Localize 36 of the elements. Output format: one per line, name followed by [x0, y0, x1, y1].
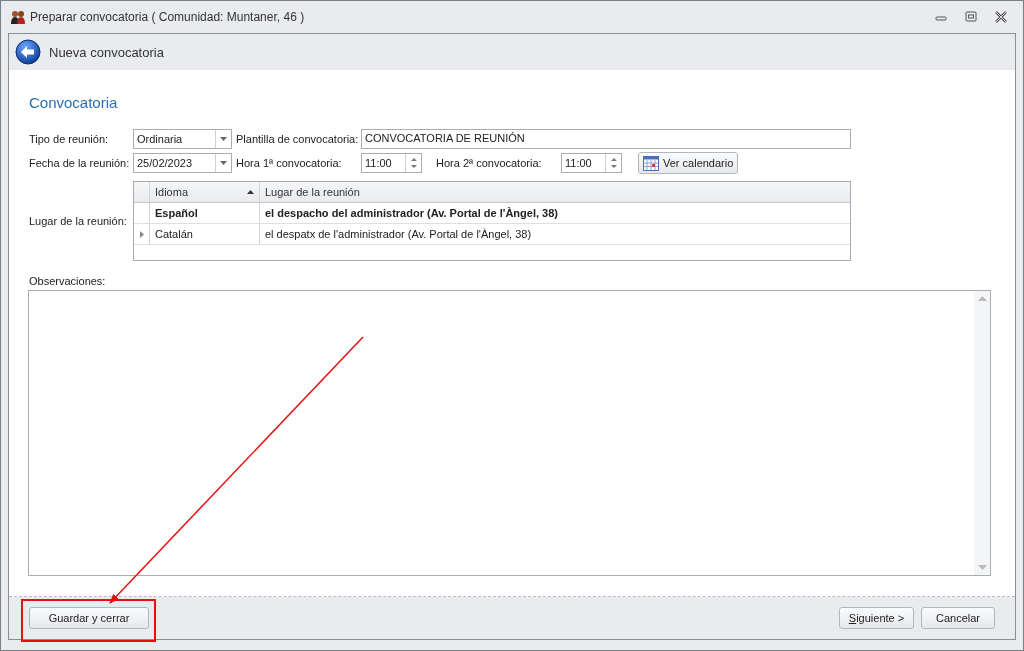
table-cell-text: el despacho del administrador (Av. Portal de l'Àngel, 38) [264, 206, 559, 221]
page-title: Nueva convocatoria [49, 44, 164, 60]
section-title: Convocatoria [29, 94, 119, 111]
close-icon[interactable] [995, 11, 1007, 23]
table-cell-text: el despatx de l'administrador (Av. Portal de l'Àngel, 38) [264, 227, 533, 242]
time-spinner[interactable]: 11:00 [561, 153, 622, 173]
view-calendar-button[interactable]: Ver calendario [638, 152, 739, 174]
time-spinner[interactable]: 11:00 [361, 153, 422, 173]
next-button[interactable]: Siguiente > [839, 607, 914, 629]
maximize-icon[interactable] [965, 11, 977, 23]
cancel-button[interactable]: Cancelar [921, 607, 995, 629]
date-picker[interactable]: 25/02/2023 [133, 153, 232, 173]
table-cell: Español [150, 203, 260, 223]
grid-row[interactable]: Español el despacho del administrador (Av. Portal de l'Àngel, 38) [134, 203, 850, 224]
field-label: Hora 2ª convocatoria: [435, 157, 543, 169]
column-header[interactable]: Lugar de la reunión [260, 182, 850, 202]
field-label: Hora 1ª convocatoria: [235, 157, 343, 169]
caret-icon [220, 137, 227, 141]
save-and-close-button[interactable]: Guardar y cerrar [29, 607, 149, 629]
caret-icon [220, 161, 227, 165]
field-label: Tipo de reunión: [29, 133, 110, 145]
template-field[interactable]: CONVOCATORIA DE REUNIÓN [361, 129, 851, 149]
row-indicator-icon [139, 230, 144, 238]
people-icon [10, 9, 26, 25]
field-label: Plantilla de convocatoria: [235, 133, 360, 145]
field-label: Fecha de la reunión: [29, 157, 131, 169]
spin-arrows-icon [410, 157, 417, 169]
calendar-icon [643, 155, 659, 171]
window-title: Preparar convocatoria ( Comunidad: Muntaner, 46 ) [30, 10, 305, 24]
column-header[interactable]: Idioma [150, 182, 260, 202]
field-label: Observaciones: [29, 275, 107, 287]
table-cell: Catalán [150, 224, 260, 244]
field-label: Lugar de la reunión: [29, 215, 128, 227]
grid-row[interactable]: Catalán el despatx de l'administrador (Av. Portal de l'Àngel, 38) [134, 224, 850, 245]
meeting-type-dropdown[interactable]: Ordinaria [133, 129, 232, 149]
spin-arrows-icon [610, 157, 617, 169]
